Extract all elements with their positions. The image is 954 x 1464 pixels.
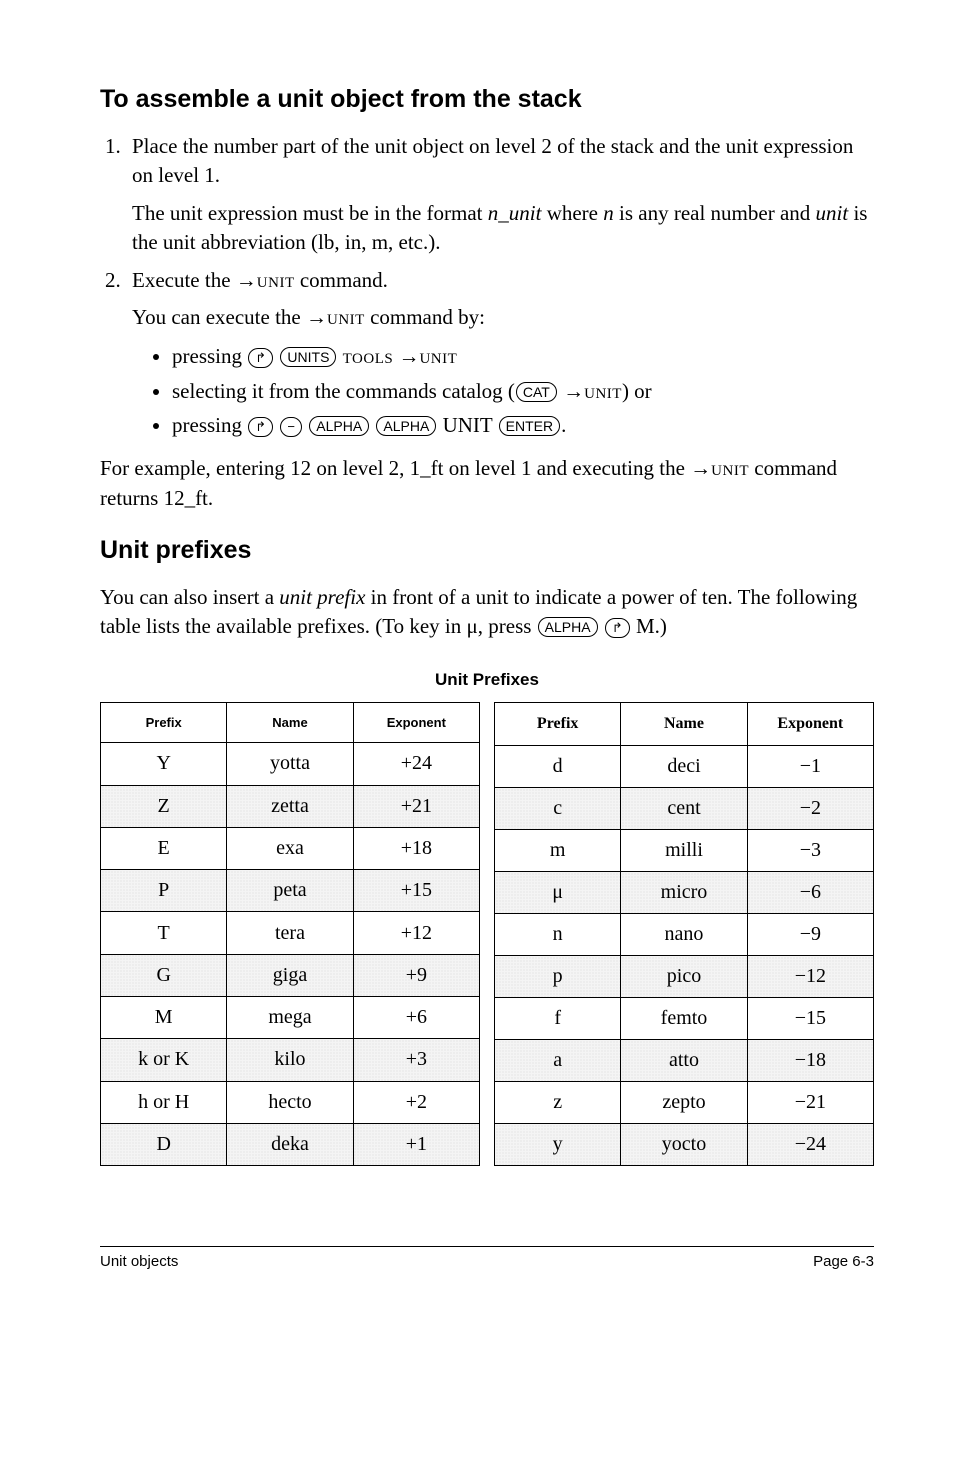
table-row: Yyotta+24 (101, 743, 480, 785)
step1-note: The unit expression must be in the forma… (132, 199, 874, 258)
bullet-3: pressing ↱ − ALPHA ALPHA UNIT ENTER. (172, 409, 874, 442)
table-row: yyocto−24 (495, 1124, 874, 1166)
th-exp-r: Exponent (747, 703, 873, 746)
alpha-key-3: ALPHA (538, 617, 598, 637)
th-exp-l: Exponent (353, 703, 479, 743)
table-row: ccent−2 (495, 788, 874, 830)
prefix-table-left: Prefix Name Exponent Yyotta+24 Zzetta+21… (100, 702, 480, 1166)
table-row: Ppeta+15 (101, 870, 480, 912)
alpha-key-1: ALPHA (309, 416, 369, 436)
table-row: ppico−12 (495, 956, 874, 998)
table-row: Mmega+6 (101, 997, 480, 1039)
heading-assemble: To assemble a unit object from the stack (100, 85, 874, 114)
th-prefix-r: Prefix (495, 703, 621, 746)
step2-bullets: pressing ↱ UNITS tools →unit selecting i… (132, 340, 874, 442)
table-caption: Unit Prefixes (100, 670, 874, 690)
table-row: μmicro−6 (495, 872, 874, 914)
footer-right: Page 6-3 (813, 1253, 874, 1270)
shift-right-key-2: ↱ (248, 417, 273, 437)
bullet-2: selecting it from the commands catalog (… (172, 375, 874, 408)
table-row: nnano−9 (495, 914, 874, 956)
shift-right-key-3: ↱ (605, 618, 630, 638)
table-row: Ddeka+1 (101, 1123, 480, 1165)
table-row: ffemto−15 (495, 998, 874, 1040)
footer-left: Unit objects (100, 1253, 178, 1270)
shift-right-key: ↱ (248, 348, 273, 368)
units-key: UNITS (280, 347, 336, 367)
bullet-1: pressing ↱ UNITS tools →unit (172, 340, 874, 373)
heading-prefixes: Unit prefixes (100, 536, 874, 565)
table-row: Eexa+18 (101, 827, 480, 869)
th-name-l: Name (227, 703, 353, 743)
table-row: aatto−18 (495, 1040, 874, 1082)
th-prefix-l: Prefix (101, 703, 227, 743)
minus-key: − (280, 417, 302, 437)
prefix-tables: Prefix Name Exponent Yyotta+24 Zzetta+21… (100, 702, 874, 1166)
step-1: Place the number part of the unit object… (126, 132, 874, 258)
step1-text: Place the number part of the unit object… (132, 134, 853, 187)
page-footer: Unit objects Page 6-3 (100, 1246, 874, 1270)
table-row: Zzetta+21 (101, 785, 480, 827)
step-2: Execute the →unit command. You can execu… (126, 266, 874, 442)
prefixes-paragraph: You can also insert a unit prefix in fro… (100, 583, 874, 643)
cat-key: CAT (516, 382, 557, 402)
table-row: k or Kkilo+3 (101, 1039, 480, 1081)
table-row: Ttera+12 (101, 912, 480, 954)
table-row: zzepto−21 (495, 1082, 874, 1124)
table-row: mmilli−3 (495, 830, 874, 872)
enter-key: ENTER (499, 416, 560, 436)
step2-sub: You can execute the →unit command by: (132, 303, 874, 332)
table-row: h or Hhecto+2 (101, 1081, 480, 1123)
table-row: Ggiga+9 (101, 954, 480, 996)
prefix-table-right: Prefix Name Exponent ddeci−1 ccent−2 mmi… (494, 702, 874, 1166)
alpha-key-2: ALPHA (376, 416, 436, 436)
table-row: ddeci−1 (495, 746, 874, 788)
steps-list: Place the number part of the unit object… (100, 132, 874, 442)
th-name-r: Name (621, 703, 747, 746)
example-paragraph: For example, entering 12 on level 2, 1_f… (100, 454, 874, 514)
